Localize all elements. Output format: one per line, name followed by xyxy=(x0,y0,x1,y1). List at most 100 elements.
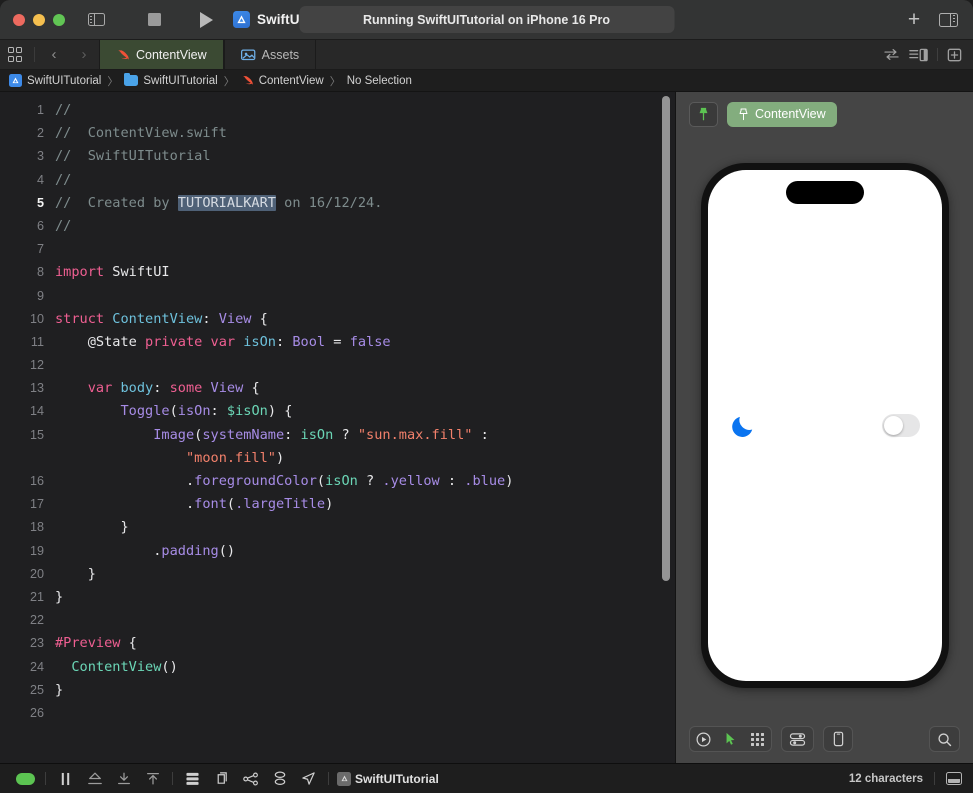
code-line[interactable]: 3 // SwiftUITutorial xyxy=(0,145,676,168)
line-number: 6 xyxy=(36,218,44,233)
code-line[interactable]: 11 @State private var isOn: Bool = false xyxy=(0,331,676,354)
stop-button[interactable] xyxy=(139,7,169,33)
divider xyxy=(172,772,173,785)
source-editor[interactable]: 1 // 2 // ContentView.swift 3 // SwiftUITutor… xyxy=(0,92,676,763)
code-line[interactable]: 4 // xyxy=(0,169,676,192)
code-text: .font(.largeTitle) xyxy=(55,496,334,513)
code-line[interactable]: 24 ContentView() xyxy=(0,656,676,679)
code-line[interactable]: 9 xyxy=(0,285,676,308)
line-number: 22 xyxy=(29,613,44,628)
device-settings-button[interactable] xyxy=(781,726,814,752)
variants-button[interactable] xyxy=(744,727,771,751)
add-editor-icon[interactable] xyxy=(947,48,962,62)
preview-header: ContentView xyxy=(676,92,973,136)
status-bar[interactable]: Running SwiftUITutorial on iPhone 16 Pro xyxy=(299,6,674,33)
console-toggle-icon[interactable] xyxy=(946,772,962,785)
line-number: 13 xyxy=(29,381,44,396)
tab-assets[interactable]: Assets xyxy=(223,40,317,69)
sidebar-toggle-button[interactable] xyxy=(81,7,111,33)
line-number: 18 xyxy=(29,520,44,535)
debug-gauges-button[interactable] xyxy=(265,768,294,790)
code-line[interactable]: 19 .padding() xyxy=(0,540,676,563)
pin-preview-button[interactable] xyxy=(689,101,718,127)
breadcrumb-item-project[interactable]: SwiftUITutorial xyxy=(9,74,101,87)
process-label: SwiftUITutorial xyxy=(355,771,439,786)
title-bar: SwiftUITutorial ❯ iPhone 16 P Running Sw… xyxy=(0,0,973,40)
code-line[interactable]: 16 .foregroundColor(isOn ? .yellow : .bl… xyxy=(0,470,676,493)
code-line[interactable]: 5 // Created by TUTORIALKART on 16/12/24. xyxy=(0,192,676,215)
breadcrumb-item-file[interactable]: ContentView xyxy=(241,74,324,87)
tab-contentview[interactable]: ContentView xyxy=(99,40,224,69)
continue-button[interactable] xyxy=(11,768,40,790)
simulate-location-button[interactable] xyxy=(294,768,323,790)
line-number: 19 xyxy=(29,543,44,558)
code-line[interactable]: 7 xyxy=(0,238,676,261)
close-button[interactable] xyxy=(13,13,25,26)
code-text: // Created by TUTORIALKART on 16/12/24. xyxy=(55,194,383,211)
process-app-icon xyxy=(337,771,351,786)
code-text: Image(systemName: isOn ? "sun.max.fill" … xyxy=(153,426,489,443)
preview-search-button[interactable] xyxy=(929,726,960,752)
code-line[interactable]: 2 // ContentView.swift xyxy=(0,122,676,145)
line-number: 4 xyxy=(36,172,44,187)
line-number: 9 xyxy=(36,288,44,303)
line-number: 2 xyxy=(36,126,44,141)
step-over-button[interactable] xyxy=(80,768,109,790)
tabbar-right-controls xyxy=(883,40,973,69)
code-line[interactable]: 8 import SwiftUI xyxy=(0,261,676,284)
code-line[interactable]: 1 // xyxy=(0,99,676,122)
swap-editors-icon[interactable] xyxy=(883,48,900,61)
code-line[interactable]: 10 struct ContentView: View { xyxy=(0,308,676,331)
code-lines[interactable]: 1 // 2 // ContentView.swift 3 // SwiftUITutor… xyxy=(0,92,676,725)
step-out-button[interactable] xyxy=(138,768,167,790)
editor-options-icon[interactable] xyxy=(909,48,928,62)
breadcrumb: SwiftUITutorial 〉 SwiftUITutorial 〉 Cont… xyxy=(0,70,973,92)
memory-graph-button[interactable] xyxy=(207,768,236,790)
inspector-toggle-icon xyxy=(938,12,958,27)
code-line[interactable]: 26 xyxy=(0,702,676,725)
preview-stage[interactable] xyxy=(676,136,973,715)
code-line[interactable]: 12 xyxy=(0,354,676,377)
nav-forward-button[interactable]: › xyxy=(69,40,99,69)
folder-icon xyxy=(124,72,139,86)
code-text: .foregroundColor(isOn ? .yellow : .blue) xyxy=(55,473,514,489)
breadcrumb-item-folder[interactable]: SwiftUITutorial xyxy=(124,72,218,87)
pause-button[interactable] xyxy=(51,768,80,790)
tab-grid-button[interactable] xyxy=(0,40,30,69)
code-text: // xyxy=(55,102,72,118)
code-line[interactable]: 13 var body: some View { xyxy=(0,377,676,400)
code-line[interactable]: 15 Image(systemName: isOn ? "sun.max.fil… xyxy=(0,424,676,447)
run-button[interactable] xyxy=(191,7,221,33)
device-screen[interactable] xyxy=(707,170,942,681)
selectable-mode-button[interactable] xyxy=(717,727,744,751)
breadcrumb-item-selection[interactable]: No Selection xyxy=(347,75,412,87)
minimize-button[interactable] xyxy=(33,13,45,26)
code-line[interactable]: "moon.fill") xyxy=(0,447,676,470)
code-line[interactable]: 23 #Preview { xyxy=(0,632,676,655)
add-button[interactable]: + xyxy=(899,7,929,33)
live-preview-button[interactable] xyxy=(690,727,717,751)
code-line[interactable]: 20 } xyxy=(0,563,676,586)
code-text: .padding() xyxy=(55,542,236,559)
code-text: @State private var isOn: Bool = false xyxy=(55,333,391,350)
line-number: 24 xyxy=(29,659,44,674)
code-line[interactable]: 25} xyxy=(0,679,676,702)
code-line[interactable]: 21} xyxy=(0,586,676,609)
zoom-button[interactable] xyxy=(53,13,65,26)
editor-vertical-scrollbar[interactable] xyxy=(662,96,670,581)
code-line[interactable]: 14 Toggle(isOn: $isOn) { xyxy=(0,400,676,423)
view-hierarchy-button[interactable] xyxy=(178,768,207,790)
code-line[interactable]: 22 xyxy=(0,609,676,632)
code-line[interactable]: 6 // xyxy=(0,215,676,238)
inspector-toggle-button[interactable] xyxy=(933,7,963,33)
preview-pill-contentview[interactable]: ContentView xyxy=(727,101,837,127)
play-icon xyxy=(199,11,213,28)
search-icon xyxy=(938,732,952,746)
code-line[interactable]: 17 .font(.largeTitle) xyxy=(0,493,676,516)
view-debugger-button[interactable] xyxy=(236,768,265,790)
nav-back-button[interactable]: ‹ xyxy=(39,40,69,69)
step-into-button[interactable] xyxy=(109,768,138,790)
code-line[interactable]: 18 } xyxy=(0,516,676,539)
device-button[interactable] xyxy=(823,726,853,752)
toggle-switch[interactable] xyxy=(881,414,920,437)
